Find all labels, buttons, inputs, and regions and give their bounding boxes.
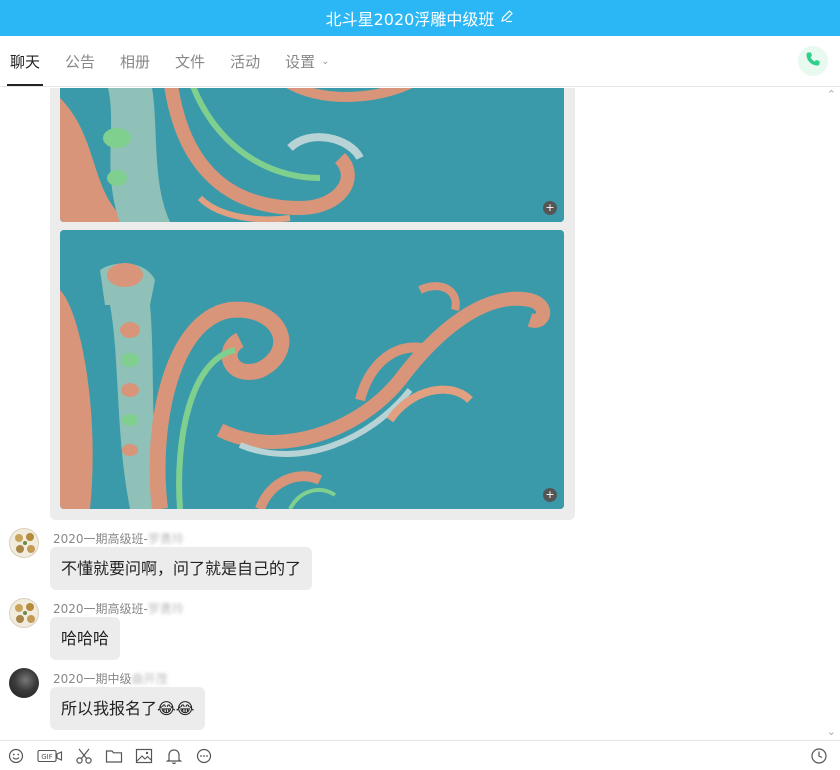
tab-chat[interactable]: 聊天 <box>6 36 44 87</box>
avatar[interactable] <box>9 598 39 628</box>
title-bar: 北斗星2020浮雕中级班 <box>0 0 840 36</box>
sender-name: 2020一期高级班-罗勇玲 <box>53 602 184 616</box>
window-title: 北斗星2020浮雕中级班 <box>325 10 495 29</box>
tab-settings[interactable]: 设置 ⌄ <box>285 36 329 87</box>
folder-icon[interactable] <box>105 747 123 765</box>
input-toolbar: GIF <box>0 740 840 770</box>
bell-icon[interactable] <box>165 747 183 765</box>
message-bubble: 不懂就要问啊，问了就是自己的了 <box>50 547 313 590</box>
gif-icon[interactable]: GIF <box>37 747 63 765</box>
image-icon[interactable] <box>135 747 153 765</box>
chat-area[interactable]: ⌃ + + 2020一期高级班-罗勇玲 不懂就要问啊，问了就是自己的了 2020… <box>0 88 840 740</box>
chevron-down-icon: ⌄ <box>321 55 330 67</box>
carving-image[interactable]: + <box>60 88 564 222</box>
more-icon[interactable] <box>195 747 213 765</box>
carving-image[interactable]: + <box>60 230 564 509</box>
collapse-icon[interactable]: ⌃ <box>827 88 836 101</box>
sender-name: 2020一期高级班-罗勇玲 <box>53 532 184 546</box>
tab-bar: 聊天 公告 相册 文件 活动 设置 ⌄ <box>0 36 840 87</box>
zoom-in-icon[interactable]: + <box>543 201 557 215</box>
message-bubble: 哈哈哈 <box>50 617 121 660</box>
clock-icon[interactable] <box>810 747 828 765</box>
pencil-icon[interactable] <box>500 9 514 27</box>
tab-announcement[interactable]: 公告 <box>65 36 95 87</box>
avatar[interactable] <box>9 668 39 698</box>
avatar[interactable] <box>9 528 39 558</box>
message-bubble: 所以我报名了😂😂 <box>50 687 206 730</box>
call-button[interactable] <box>798 46 828 76</box>
zoom-in-icon[interactable]: + <box>543 488 557 502</box>
sender-name: 2020一期中级曲开茂 <box>53 672 168 686</box>
gif-label: GIF <box>41 753 53 761</box>
phone-icon <box>805 51 821 71</box>
emoji-icon[interactable] <box>7 747 25 765</box>
tab-activity[interactable]: 活动 <box>230 36 260 87</box>
scroll-to-bottom-icon[interactable]: ⌄ <box>827 725 836 738</box>
scissors-icon[interactable] <box>75 747 93 765</box>
image-message: + + <box>50 88 575 520</box>
tab-album[interactable]: 相册 <box>120 36 150 87</box>
tab-files[interactable]: 文件 <box>175 36 205 87</box>
